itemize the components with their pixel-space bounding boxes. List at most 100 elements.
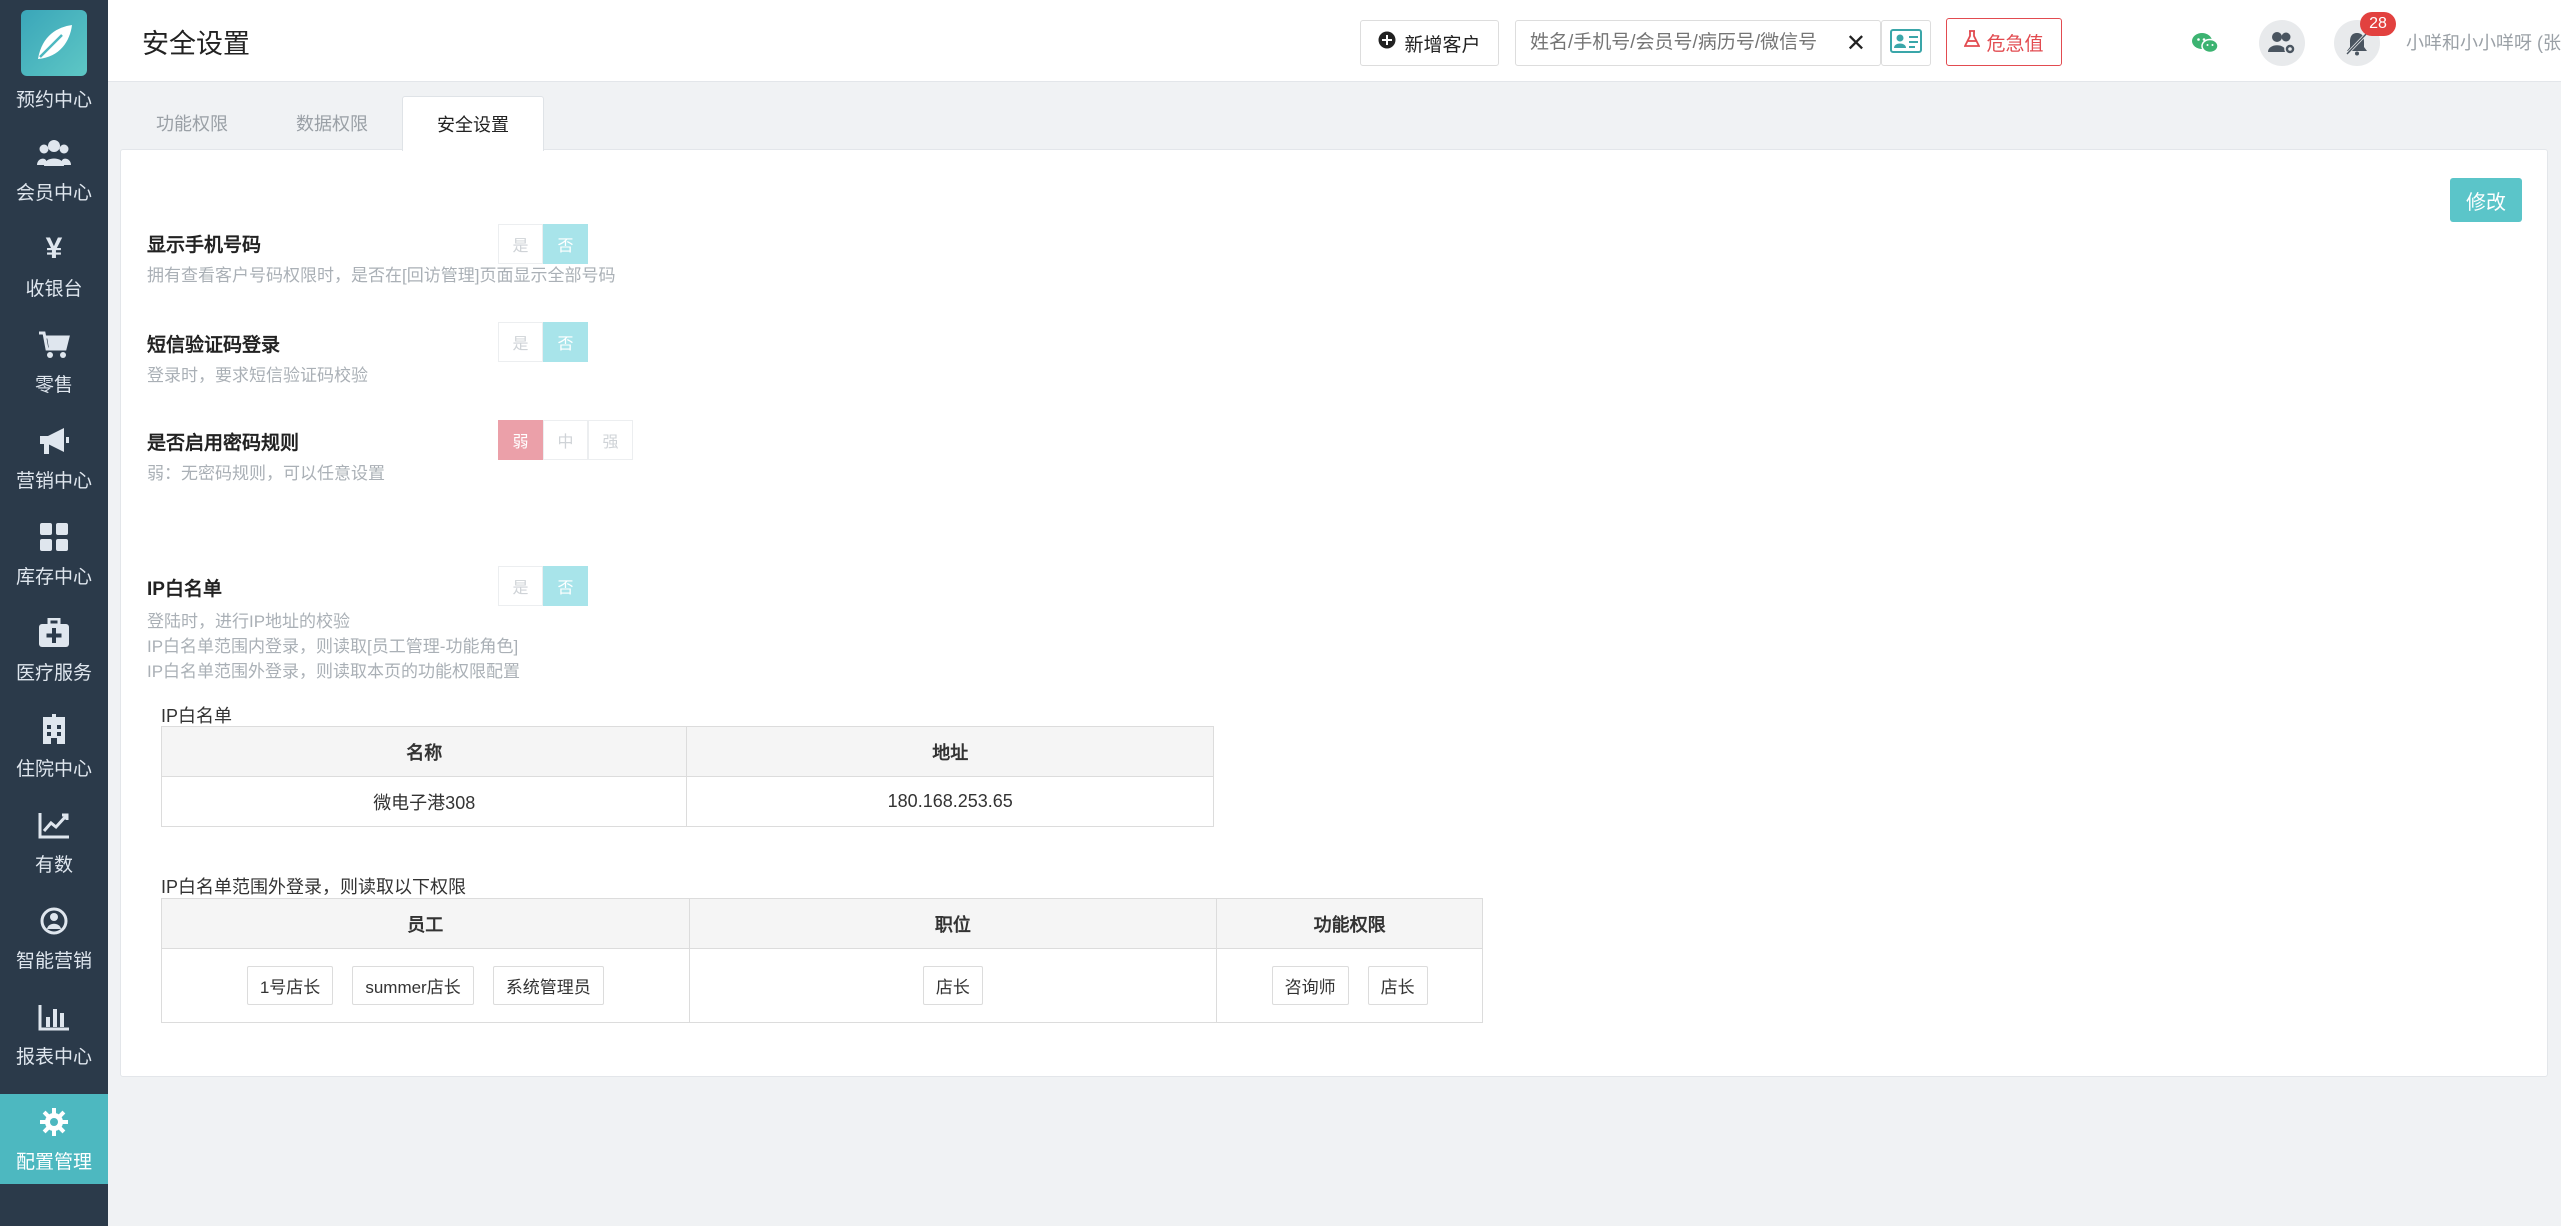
new-customer-label: 新增客户 (1404, 34, 1481, 56)
sidebar-item-label: 库存中心 (15, 566, 92, 588)
tab-function-permission[interactable]: 功能权限 (122, 96, 262, 150)
setting-label: 短信验证码登录 (147, 335, 281, 356)
sidebar-item-label: 有数 (34, 854, 73, 876)
sidebar: 预约中心 会员中心 ¥ 收银台 零售 营销中心 库存中心 医疗服务 住院中心 有… (0, 0, 108, 1226)
id-card-button[interactable] (1881, 20, 1931, 66)
outside-permission-table: 员工 职位 功能权限 1号店长 summer店长 系统管理员 店长 咨询师 店长 (161, 898, 1483, 1023)
column-header-staff: 员工 (161, 898, 690, 949)
option-weak[interactable]: 弱 (498, 420, 543, 460)
barchart-icon (37, 1000, 71, 1034)
setting-desc: IP白名单范围外登录，则读取本页的功能权限配置 (147, 662, 521, 681)
permission-chip: 咨询师 (1271, 966, 1349, 1005)
position-cell: 店长 (688, 948, 1218, 1023)
sidebar-item-config[interactable]: 配置管理 (0, 1094, 108, 1184)
setting-desc: 登录时，要求短信验证码校验 (147, 366, 368, 385)
setting-label: IP白名单 (147, 579, 222, 600)
table-header-row: 员工 职位 功能权限 (161, 898, 1483, 949)
staff-chip: summer店长 (352, 966, 474, 1005)
permission-chip: 店长 (1367, 966, 1428, 1005)
sidebar-item-label: 报表中心 (15, 1046, 92, 1068)
option-medium[interactable]: 中 (543, 420, 588, 460)
search-input[interactable] (1530, 32, 1840, 54)
settings-tabs: 功能权限 数据权限 安全设置 (122, 96, 544, 151)
column-header-name: 名称 (160, 726, 688, 777)
sidebar-item-marketing[interactable]: 营销中心 (0, 410, 108, 506)
option-no[interactable]: 否 (543, 566, 588, 606)
sidebar-item-label: 会员中心 (15, 182, 92, 204)
page-title: 安全设置 (142, 29, 250, 59)
sidebar-item-members[interactable]: 会员中心 (0, 122, 108, 218)
option-strong[interactable]: 强 (588, 420, 633, 460)
sidebar-item-inventory[interactable]: 库存中心 (0, 506, 108, 602)
danger-value-label: 危急值 (1986, 33, 2044, 55)
column-header-position: 职位 (688, 898, 1218, 949)
new-customer-button[interactable]: 新增客户 (1360, 20, 1499, 66)
sidebar-item-label: 医疗服务 (15, 662, 92, 684)
sidebar-item-inpatient[interactable]: 住院中心 (0, 698, 108, 794)
table-row: 1号店长 summer店长 系统管理员 店长 咨询师 店长 (161, 948, 1483, 1023)
setting-desc: 弱：无密码规则，可以任意设置 (147, 464, 385, 483)
option-no[interactable]: 否 (543, 322, 588, 362)
customer-search: ✕ (1515, 20, 1881, 66)
tab-security-settings[interactable]: 安全设置 (402, 96, 544, 151)
logo[interactable] (0, 0, 108, 86)
setting-desc: 拥有查看客户号码权限时，是否在[回访管理]页面显示全部号码 (147, 266, 616, 285)
leaf-logo-icon (21, 10, 87, 76)
sidebar-item-analytics[interactable]: 有数 (0, 794, 108, 890)
permission-cell: 咨询师 店长 (1216, 948, 1483, 1023)
option-no[interactable]: 否 (543, 224, 588, 264)
staff-chip: 系统管理员 (492, 966, 604, 1005)
option-yes[interactable]: 是 (498, 566, 543, 606)
danger-value-button[interactable]: 危急值 (1946, 18, 2062, 66)
user-menu[interactable]: 小咩和小小咩呀 (张江门诊部) ⌄ (2406, 29, 2561, 55)
toggle-ip-whitelist: 是 否 (498, 566, 588, 606)
toggle-password-rule: 弱 中 强 (498, 420, 633, 460)
sidebar-item-label: 预约中心 (15, 90, 92, 111)
position-chip: 店长 (922, 966, 983, 1005)
cart-icon (37, 328, 71, 362)
sidebar-item-label: 智能营销 (15, 950, 92, 972)
sidebar-item-medical[interactable]: 医疗服务 (0, 602, 108, 698)
medkit-icon (37, 616, 71, 650)
notification-badge: 28 (2360, 12, 2396, 36)
yen-icon: ¥ (45, 231, 63, 265)
wechat-icon[interactable] (2182, 20, 2228, 66)
sidebar-item-label: 住院中心 (15, 758, 92, 780)
outside-whitelist-caption: IP白名单范围外登录，则读取以下权限 (161, 877, 467, 897)
user-group-settings-icon[interactable] (2259, 20, 2305, 66)
staff-chip: 1号店长 (246, 966, 334, 1005)
id-card-icon (1890, 28, 1922, 58)
column-header-address: 地址 (686, 726, 1214, 777)
toggle-show-phone: 是 否 (498, 224, 588, 264)
grid-icon (37, 520, 71, 554)
sidebar-item-label: 配置管理 (15, 1151, 92, 1173)
sidebar-item-label: 零售 (34, 374, 73, 396)
whitelist-name-cell: 微电子港308 (160, 776, 688, 827)
sidebar-item-cashier[interactable]: ¥ 收银台 (0, 218, 108, 314)
whitelist-caption: IP白名单 (161, 706, 233, 726)
setting-label: 是否启用密码规则 (147, 433, 300, 454)
sidebar-item-smart-marketing[interactable]: 智能营销 (0, 890, 108, 986)
option-yes[interactable]: 是 (498, 224, 543, 264)
setting-desc: 登陆时，进行IP地址的校验 (147, 612, 351, 631)
flask-icon (1964, 30, 1981, 54)
table-header-row: 名称 地址 (160, 726, 1214, 777)
edit-button[interactable]: 修改 (2450, 178, 2522, 222)
whitelist-address-cell: 180.168.253.65 (686, 776, 1214, 827)
setting-password-rule: 是否启用密码规则 弱：无密码规则，可以任意设置 (147, 428, 385, 486)
user-label: 小咩和小小咩呀 (张江门诊部) (2406, 33, 2561, 53)
top-header: 安全设置 新增客户 ✕ 危急值 28 小咩和小小咩呀 (张江门诊部) ⌄ (108, 0, 2561, 82)
security-settings-panel: 修改 显示手机号码 拥有查看客户号码权限时，是否在[回访管理]页面显示全部号码 … (120, 149, 2548, 1077)
toggle-sms-login: 是 否 (498, 322, 588, 362)
column-header-permissions: 功能权限 (1216, 898, 1483, 949)
table-row: 微电子港308 180.168.253.65 (160, 776, 1214, 827)
sidebar-item-retail[interactable]: 零售 (0, 314, 108, 410)
option-yes[interactable]: 是 (498, 322, 543, 362)
sidebar-item-label: 收银台 (25, 278, 83, 300)
sidebar-item-label: 营销中心 (15, 470, 92, 492)
tab-data-permission[interactable]: 数据权限 (262, 96, 402, 150)
setting-desc: IP白名单范围内登录，则读取[员工管理-功能角色] (147, 637, 519, 656)
clear-icon[interactable]: ✕ (1846, 29, 1866, 58)
smart-icon (37, 904, 71, 938)
sidebar-item-reports[interactable]: 报表中心 (0, 986, 108, 1082)
